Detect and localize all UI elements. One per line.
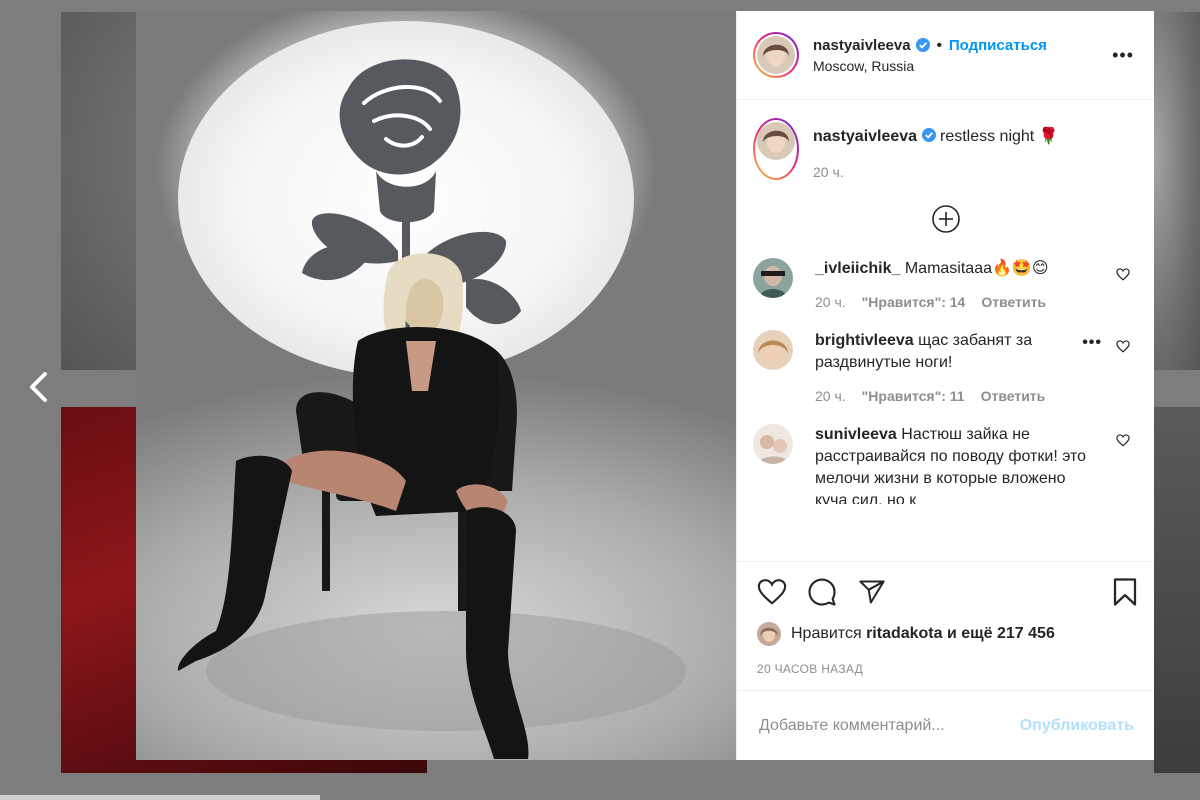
paper-plane-icon — [859, 580, 885, 604]
comment-likes[interactable]: "Нравится": 14 — [862, 294, 966, 310]
username-link[interactable]: nastyaivleeva — [813, 37, 911, 54]
comment-body: sunivleeva Настюш зайка не расстраивайся… — [815, 424, 1138, 504]
like-button[interactable] — [757, 576, 793, 608]
liked-by-prefix: Нравится — [791, 625, 862, 642]
comment-meta: 20 ч. "Нравится": 14 Ответить — [815, 294, 1098, 310]
comment-time[interactable]: 20 ч. — [815, 294, 846, 310]
save-button[interactable] — [1102, 576, 1138, 608]
avatar — [757, 36, 795, 74]
avatar — [757, 122, 795, 160]
page-scrollbar[interactable] — [0, 795, 320, 800]
add-comment-bar: Опубликовать — [737, 690, 1154, 760]
comment-item: sunivleeva Настюш зайка не расстраивайся… — [753, 424, 1138, 504]
likes-count[interactable]: и ещё 217 456 — [947, 625, 1055, 643]
background-post-thumbnail — [1154, 407, 1200, 773]
heart-icon — [1116, 340, 1130, 353]
comment-meta: 20 ч. "Нравится": 11 Ответить — [815, 388, 1068, 404]
comment-username[interactable]: brightivleeva — [815, 332, 914, 349]
comment-more-options-button[interactable]: ••• — [1082, 334, 1102, 352]
caption-message: restless night 🌹 — [939, 128, 1059, 145]
avatar[interactable] — [753, 424, 793, 464]
comment-button[interactable] — [807, 576, 843, 608]
post-header: nastyaivleeva • Подписаться Moscow, Russ… — [737, 11, 1154, 100]
verified-badge-icon — [921, 128, 936, 142]
comment-time[interactable]: 20 ч. — [815, 388, 846, 404]
share-button[interactable] — [857, 576, 893, 608]
separator-dot: • — [936, 36, 942, 54]
comment-username[interactable]: _ivleiichik_ — [815, 260, 900, 277]
reply-button[interactable]: Ответить — [981, 388, 1046, 404]
comment-like-button[interactable] — [1116, 268, 1130, 286]
location-link[interactable]: Moscow, Russia — [813, 58, 1108, 74]
more-options-button[interactable]: ••• — [1108, 46, 1138, 64]
comment-message: Mamasitaaa🔥🤩😊 — [904, 260, 1049, 277]
comment-text: _ivleiichik_ Mamasitaaa🔥🤩😊 — [815, 258, 1098, 280]
comment-item: brightivleeva щас забанят за раздвинутые… — [753, 330, 1138, 404]
avatar[interactable] — [753, 258, 793, 298]
likes-summary: Нравится ritadakota и ещё 217 456 — [757, 622, 1138, 646]
action-icons — [757, 576, 1138, 608]
comment-input[interactable] — [757, 715, 1020, 736]
comment-text: sunivleeva Настюш зайка не расстраивайся… — [815, 424, 1098, 504]
post-modal: nastyaivleeva • Подписаться Moscow, Russ… — [136, 11, 1154, 760]
photo-illustration — [177, 21, 686, 759]
follow-button[interactable]: Подписаться — [949, 37, 1047, 54]
caption-text: nastyaivleeva restless night 🌹 — [813, 126, 1059, 146]
post-timestamp[interactable]: 20 ЧАСОВ НАЗАД — [757, 662, 1138, 690]
load-more-comments-button[interactable] — [753, 204, 1138, 234]
comment-likes[interactable]: "Нравится": 11 — [862, 388, 965, 404]
caption-time: 20 ч. — [813, 164, 844, 180]
comment-like-button[interactable] — [1116, 434, 1130, 452]
header-text: nastyaivleeva • Подписаться Moscow, Russ… — [813, 37, 1108, 74]
chevron-left-icon — [30, 372, 47, 402]
caption-username[interactable]: nastyaivleeva — [813, 128, 917, 145]
heart-icon — [757, 579, 787, 605]
verified-badge-icon — [915, 38, 930, 52]
comment-text: brightivleeva щас забанят за раздвинутые… — [815, 330, 1068, 374]
bookmark-icon — [1113, 578, 1137, 606]
avatar[interactable] — [753, 330, 793, 370]
comment-like-button[interactable] — [1116, 340, 1130, 358]
avatar[interactable] — [757, 622, 781, 646]
post-comment-button[interactable]: Опубликовать — [1020, 717, 1134, 735]
story-ring[interactable] — [753, 32, 799, 78]
comment-username[interactable]: sunivleeva — [815, 426, 897, 443]
comment-item: _ivleiichik_ Mamasitaaa🔥🤩😊 20 ч. "Нравит… — [753, 258, 1138, 310]
background-post-thumbnail — [1154, 12, 1200, 370]
post-caption: nastyaivleeva restless night 🌹 20 ч. — [753, 100, 1138, 180]
heart-icon — [1116, 434, 1130, 447]
header-user-line: nastyaivleeva • Подписаться — [813, 37, 1108, 54]
comments-list[interactable]: nastyaivleeva restless night 🌹 20 ч. _iv… — [737, 100, 1154, 561]
reply-button[interactable]: Ответить — [981, 294, 1046, 310]
comment-body: _ivleiichik_ Mamasitaaa🔥🤩😊 20 ч. "Нравит… — [815, 258, 1138, 310]
comment-bubble-icon — [808, 578, 836, 606]
previous-post-button[interactable] — [24, 370, 52, 404]
heart-icon — [1116, 268, 1130, 281]
caption-body: nastyaivleeva restless night 🌹 20 ч. — [813, 126, 1059, 180]
story-ring[interactable] — [753, 118, 799, 180]
post-side-panel: nastyaivleeva • Подписаться Moscow, Russ… — [736, 11, 1154, 760]
post-photo[interactable] — [136, 11, 736, 760]
liked-by-user[interactable]: ritadakota — [866, 625, 942, 643]
post-actions: Нравится ritadakota и ещё 217 456 20 ЧАС… — [737, 561, 1154, 690]
plus-circle-icon — [931, 205, 960, 233]
